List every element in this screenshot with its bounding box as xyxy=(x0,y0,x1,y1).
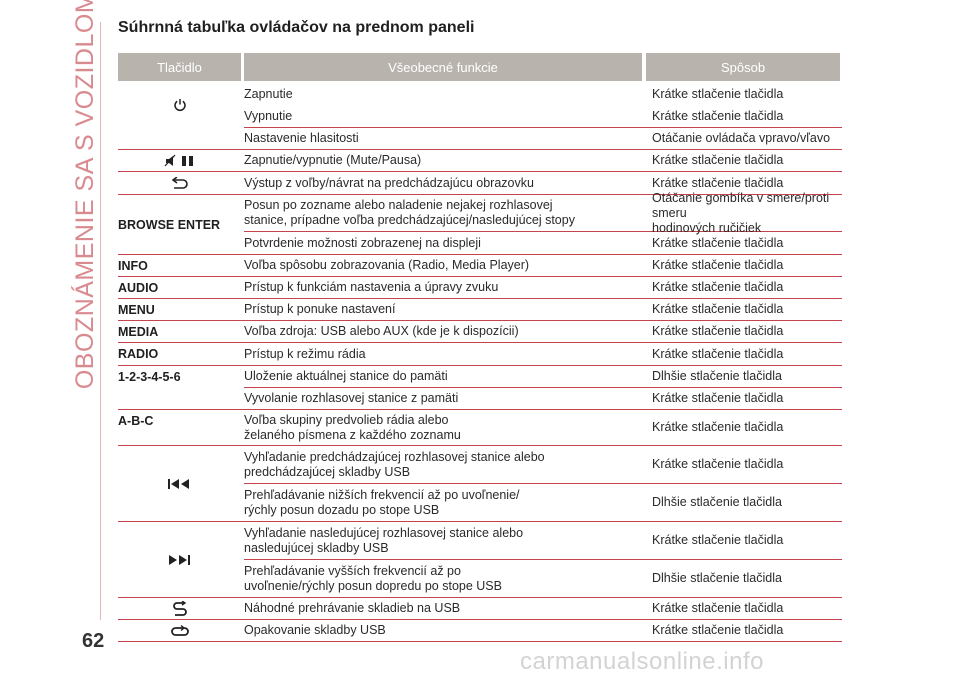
function-cell: Voľba spôsobu zobrazovania (Radio, Media… xyxy=(244,258,530,272)
method-cell: Krátke stlačenie tlačidla xyxy=(652,302,784,316)
page-title: Súhrnná tabuľka ovládačov na prednom pan… xyxy=(118,19,475,36)
repeat-icon xyxy=(118,624,241,637)
side-chapter-title: OBOZNÁMENIE SA S VOZIDLOM xyxy=(71,0,100,389)
method-cell: Dlhšie stlačenie tlačidla xyxy=(652,369,782,383)
function-cell: Zapnutie xyxy=(244,87,293,101)
key-cell-presets: 1-2-3-4-5-6 xyxy=(118,366,241,387)
function-cell: Voľba zdroja: USB alebo AUX (kde je k di… xyxy=(244,324,519,338)
key-cell-previous xyxy=(118,446,241,521)
row-separator xyxy=(118,641,842,642)
method-cell: Krátke stlačenie tlačidla xyxy=(652,457,784,471)
method-cell: Dlhšie stlačenie tlačidla xyxy=(652,571,782,585)
function-cell: Nastavenie hlasitosti xyxy=(244,131,359,145)
function-cell: Zapnutie/vypnutie (Mute/Pausa) xyxy=(244,153,422,167)
function-cell: Prístup k režimu rádia xyxy=(244,346,366,361)
method-cell: Krátke stlačenie tlačidla xyxy=(652,346,784,361)
key-cell-browse-enter: BROWSE ENTER xyxy=(118,195,241,254)
key-cell-repeat xyxy=(118,620,241,641)
shuffle-icon xyxy=(118,600,241,617)
key-cell-back xyxy=(118,172,241,194)
function-cell: Posun po zozname alebo naladenie nejakej… xyxy=(244,198,575,227)
function-cell: Prehľadávanie nižších frekvencií až po u… xyxy=(244,487,520,517)
side-divider xyxy=(100,22,101,620)
function-cell: Voľba skupiny predvolieb rádia alebo žel… xyxy=(244,412,461,442)
key-label: AUDIO xyxy=(118,280,159,295)
key-cell-menu: MENU xyxy=(118,299,241,320)
header-method: Spôsob xyxy=(646,53,840,81)
method-cell: Krátke stlačenie tlačidla xyxy=(652,258,784,272)
mute-pause-icon xyxy=(118,154,241,168)
function-cell: Vyvolanie rozhlasovej stanice z pamäti xyxy=(244,391,459,405)
method-cell: Krátke stlačenie tlačidla xyxy=(652,420,784,434)
footer-watermark: carmanualsonline.info xyxy=(520,648,764,675)
function-cell: Náhodné prehrávanie skladieb na USB xyxy=(244,601,461,615)
key-cell-shuffle xyxy=(118,598,241,619)
key-label: BROWSE ENTER xyxy=(118,217,221,232)
method-cell: Krátke stlačenie tlačidla xyxy=(652,623,784,637)
key-label: A-B-C xyxy=(118,413,154,428)
key-cell-abc: A-B-C xyxy=(118,410,241,431)
function-cell: Opakovanie skladby USB xyxy=(244,623,386,637)
method-cell: Krátke stlačenie tlačidla xyxy=(652,87,784,101)
key-cell-media: MEDIA xyxy=(118,321,241,342)
key-cell-power xyxy=(118,83,241,127)
method-cell: Dlhšie stlačenie tlačidla xyxy=(652,495,782,509)
method-cell: Krátke stlačenie tlačidla xyxy=(652,153,784,167)
function-cell: Prehľadávanie vyšších frekvencií až po u… xyxy=(244,563,502,593)
key-cell-mute-pause xyxy=(118,150,241,171)
page-number: 62 xyxy=(82,630,105,652)
key-label: INFO xyxy=(118,258,148,273)
key-label: 1-2-3-4-5-6 xyxy=(118,369,181,384)
function-cell: Výstup z voľby/návrat na predchádzajúcu … xyxy=(244,175,534,190)
method-cell: Krátke stlačenie tlačidla xyxy=(652,280,784,294)
method-cell: Krátke stlačenie tlačidla xyxy=(652,391,784,405)
function-cell: Vyhľadanie nasledujúcej rozhlasovej stan… xyxy=(244,525,524,555)
key-label: MEDIA xyxy=(118,324,159,339)
method-cell: Otáčanie ovládača vpravo/vľavo xyxy=(652,131,831,145)
key-cell-radio: RADIO xyxy=(118,343,241,365)
header-button: Tlačidlo xyxy=(118,53,241,81)
previous-track-icon xyxy=(118,478,241,490)
method-cell: Krátke stlačenie tlačidla xyxy=(652,601,784,615)
function-cell: Vyhľadanie predchádzajúcej rozhlasovej s… xyxy=(244,449,545,479)
back-arrow-icon xyxy=(118,177,241,189)
method-cell: Otáčanie gombíka v smere/proti smeru hod… xyxy=(652,190,830,235)
function-cell: Prístup k ponuke nastavení xyxy=(244,302,396,316)
key-cell-next xyxy=(118,522,241,597)
method-cell: Krátke stlačenie tlačidla xyxy=(652,324,784,338)
method-cell: Krátke stlačenie tlačidla xyxy=(652,533,784,547)
next-track-icon xyxy=(118,554,241,566)
function-cell: Uloženie aktuálnej stanice do pamäti xyxy=(244,369,448,383)
function-cell: Vypnutie xyxy=(244,109,293,123)
method-cell: Krátke stlačenie tlačidla xyxy=(652,109,784,123)
power-icon xyxy=(118,98,241,112)
key-cell-info: INFO xyxy=(118,255,241,276)
header-functions: Všeobecné funkcie xyxy=(244,53,642,81)
key-cell-audio: AUDIO xyxy=(118,277,241,298)
method-cell: Krátke stlačenie tlačidla xyxy=(652,235,784,250)
function-cell: Prístup k funkciám nastavenia a úpravy z… xyxy=(244,280,499,294)
key-label: MENU xyxy=(118,302,155,317)
function-cell: Potvrdenie možnosti zobrazenej na disple… xyxy=(244,235,481,250)
key-label: RADIO xyxy=(118,347,159,361)
